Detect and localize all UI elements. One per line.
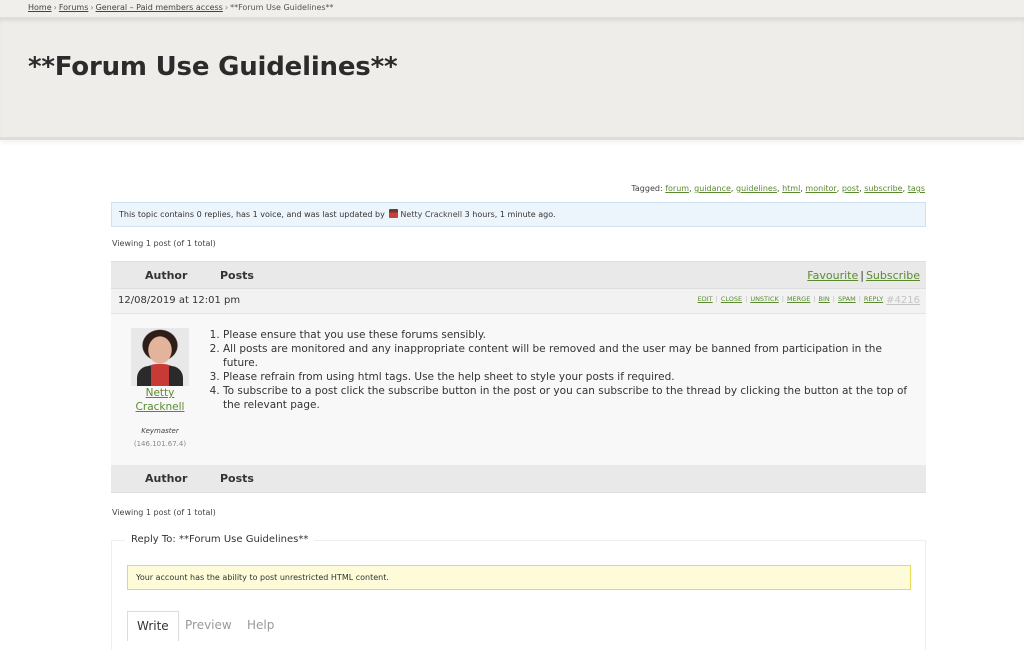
breadcrumb-separator: ›	[90, 3, 94, 12]
title-band: **Forum Use Guidelines**	[0, 18, 1024, 140]
topic-info-notice: This topic contains 0 replies, has 1 voi…	[111, 202, 926, 227]
breadcrumb-forums-link[interactable]: Forums	[59, 3, 89, 12]
tag-link[interactable]: guidance	[694, 184, 731, 193]
html-permission-notice: Your account has the ability to post unr…	[127, 565, 911, 590]
forum-table-footer: Author Posts	[111, 465, 926, 493]
reply-legend: Reply To: **Forum Use Guidelines**	[125, 534, 315, 545]
post-body: Netty Cracknell Keymaster (146.101.67.4)…	[111, 314, 926, 465]
breadcrumb-current: **Forum Use Guidelines**	[230, 3, 334, 12]
post-header: 12/08/2019 at 12:01 pm Edit | Close | Unstic…	[111, 289, 926, 314]
tags-label: Tagged:	[631, 184, 663, 193]
notice-prefix: This topic contains 0 replies, has 1 voi…	[119, 210, 385, 219]
author-ip: (146.101.67.4)	[133, 440, 187, 448]
edit-link[interactable]: Edit	[698, 295, 713, 303]
tag-link[interactable]: post	[842, 184, 859, 193]
post-permalink[interactable]: #4216	[886, 295, 920, 306]
posts-column-header: Posts	[220, 472, 254, 485]
author-role: Keymaster	[141, 427, 179, 435]
guideline-item: All posts are monitored and any inapprop…	[223, 342, 909, 370]
subscribe-link[interactable]: Subscribe	[866, 269, 920, 282]
author-first-name-link[interactable]: Netty	[146, 387, 175, 399]
user-avatar-icon	[389, 209, 399, 218]
pagination-count: Viewing 1 post (of 1 total)	[112, 239, 216, 248]
author-column-header: Author	[145, 472, 188, 485]
tag-link[interactable]: guidelines	[736, 184, 777, 193]
guideline-item: Please refrain from using html tags. Use…	[223, 370, 909, 384]
breadcrumb-forum-link[interactable]: General – Paid members access	[96, 3, 223, 12]
topic-tags: Tagged: forum, guidance, guidelines, htm…	[631, 184, 925, 193]
tag-link[interactable]: html	[782, 184, 800, 193]
post-admin-links: Edit | Close | Unstick | Merge | Bin | Spam | Reply #…	[697, 295, 920, 306]
author-avatar[interactable]	[131, 328, 189, 386]
tab-help[interactable]: Help	[238, 611, 283, 641]
merge-link[interactable]: Merge	[787, 295, 810, 303]
tag-link[interactable]: monitor	[805, 184, 836, 193]
favourite-link[interactable]: Favourite	[807, 269, 858, 282]
breadcrumb-home-link[interactable]: Home	[28, 3, 52, 12]
unstick-link[interactable]: Unstick	[750, 295, 778, 303]
forum-table-header: Author Posts Favourite | Subscribe	[111, 261, 926, 289]
author-name: Netty Cracknell	[111, 386, 209, 414]
author-last-name-link[interactable]: Cracknell	[136, 401, 185, 413]
spam-link[interactable]: Spam	[838, 295, 856, 303]
breadcrumb-separator: ›	[224, 3, 229, 12]
post-content: Please ensure that you use these forums …	[209, 328, 909, 412]
topic-actions: Favourite | Subscribe	[807, 269, 920, 282]
pipe-separator: |	[860, 269, 864, 282]
posts-column-header: Posts	[220, 269, 254, 282]
breadcrumb-separator: ›	[53, 3, 57, 12]
reply-link[interactable]: Reply	[864, 295, 883, 303]
tab-write[interactable]: Write	[127, 611, 179, 641]
notice-suffix: 3 hours, 1 minute ago.	[464, 210, 556, 219]
pagination-count: Viewing 1 post (of 1 total)	[112, 508, 216, 517]
bin-link[interactable]: Bin	[819, 295, 830, 303]
tag-link[interactable]: forum	[665, 184, 689, 193]
breadcrumb: Home › Forums › General – Paid members acces…	[0, 0, 1024, 18]
reply-form: Reply To: **Forum Use Guidelines** Your …	[111, 534, 926, 650]
post-date: 12/08/2019 at 12:01 pm	[118, 295, 241, 306]
close-link[interactable]: Close	[721, 295, 742, 303]
guideline-item: To subscribe to a post click the subscri…	[223, 384, 909, 412]
page-title: **Forum Use Guidelines**	[28, 52, 398, 82]
notice-user-link[interactable]: Netty Cracknell	[400, 210, 462, 219]
tag-link[interactable]: subscribe	[864, 184, 902, 193]
guideline-item: Please ensure that you use these forums …	[223, 328, 909, 342]
tag-link[interactable]: tags	[908, 184, 925, 193]
tab-preview[interactable]: Preview	[176, 611, 241, 641]
author-column-header: Author	[145, 269, 188, 282]
